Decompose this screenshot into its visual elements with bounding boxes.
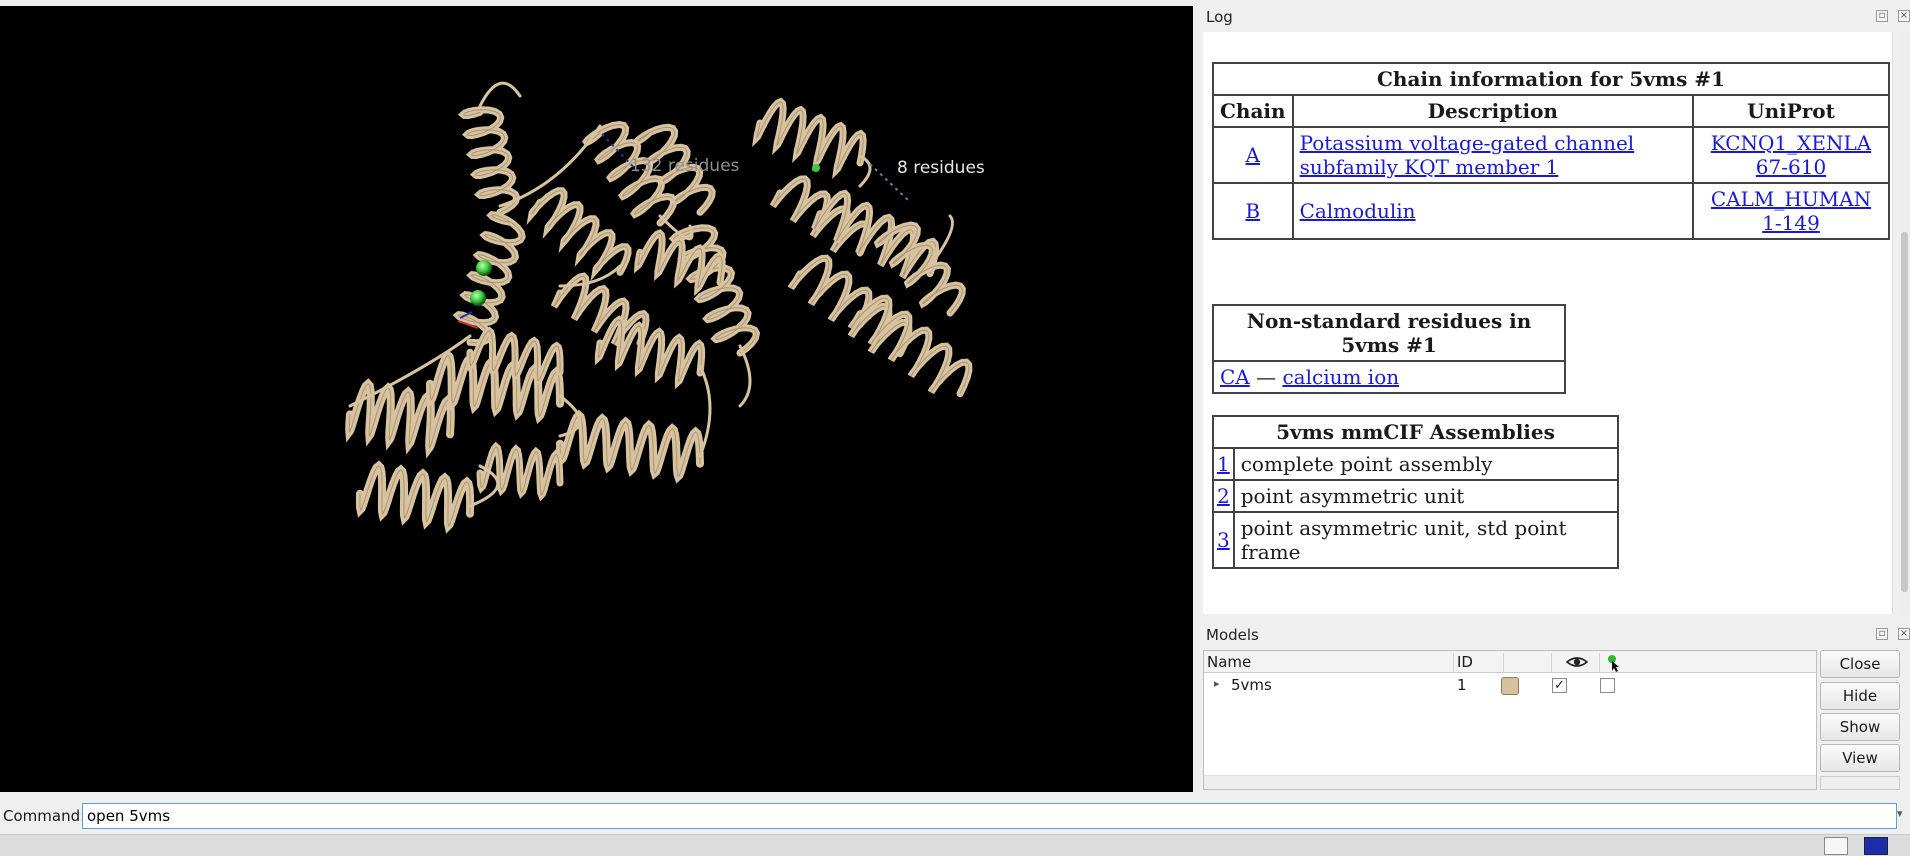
description-link[interactable]: Calmodulin [1300, 199, 1416, 223]
float-icon[interactable]: ▫ [1876, 10, 1888, 22]
log-title: Log [1206, 8, 1233, 26]
models-table: Name ID ▸ 5vms 1 ✓ [1203, 650, 1817, 790]
column-header: UniProt [1692, 94, 1890, 128]
uniprot-link[interactable]: KCNQ1_XENLA [1711, 131, 1871, 155]
model-name: 5vms [1231, 676, 1272, 694]
graphics-viewer[interactable]: 132 residues 8 residues [0, 6, 1193, 792]
assembly-link[interactable]: 1 [1217, 452, 1230, 476]
command-input[interactable] [82, 803, 1897, 829]
uniprot-link[interactable]: CALM_HUMAN [1711, 187, 1871, 211]
table-row: CA — calcium ion [1212, 360, 1566, 394]
assembly-link[interactable]: 2 [1217, 484, 1230, 508]
select-checkbox[interactable] [1600, 678, 1615, 693]
close-icon[interactable]: × [1898, 628, 1910, 640]
residue-gap-label: 132 residues [630, 156, 740, 176]
nonstd-table-caption: Non-standard residues in 5vms #1 [1212, 304, 1566, 362]
uniprot-range-link[interactable]: 67-610 [1756, 155, 1826, 179]
shown-checkbox[interactable]: ✓ [1552, 678, 1567, 693]
log-panel: Chain information for 5vms #1 Chain Desc… [1203, 32, 1893, 614]
table-row: A Potassium voltage-gated channel subfam… [1212, 126, 1890, 184]
table-row: B Calmodulin CALM_HUMAN 1-149 [1212, 182, 1890, 240]
assemblies-table-caption: 5vms mmCIF Assemblies [1212, 415, 1619, 449]
graphics-mode-icon[interactable] [1864, 837, 1888, 855]
status-bar [0, 834, 1910, 856]
model-color-swatch[interactable] [1501, 677, 1519, 695]
models-hscrollbar[interactable] [1204, 775, 1816, 789]
view-button[interactable]: View [1820, 744, 1900, 772]
table-row: 3 point asymmetric unit, std point frame [1212, 511, 1620, 569]
hide-button[interactable]: Hide [1820, 682, 1900, 710]
table-row: 2 point asymmetric unit [1212, 479, 1620, 513]
description-link[interactable]: Potassium voltage-gated channel subfamil… [1300, 131, 1635, 179]
model-id: 1 [1457, 676, 1467, 694]
uniprot-range-link[interactable]: 1-149 [1762, 211, 1820, 235]
assembly-name: point asymmetric unit [1232, 479, 1620, 513]
assembly-link[interactable]: 3 [1217, 528, 1230, 552]
table-row: 1 complete point assembly [1212, 447, 1620, 481]
nonstandard-residues-table: Non-standard residues in 5vms #1 CA — ca… [1212, 304, 1566, 394]
close-button[interactable]: Close [1820, 650, 1900, 678]
chain-link[interactable]: B [1245, 199, 1260, 223]
command-label: Command: [3, 807, 86, 825]
column-header-name[interactable]: Name [1204, 653, 1454, 673]
column-header-color[interactable] [1504, 653, 1552, 673]
assembly-name: point asymmetric unit, std point frame [1232, 511, 1620, 569]
chain-table-caption: Chain information for 5vms #1 [1212, 62, 1890, 96]
buttons-hscrollbar[interactable] [1820, 776, 1900, 790]
float-icon[interactable]: ▫ [1876, 628, 1888, 640]
expand-arrow-icon[interactable]: ▸ [1214, 677, 1220, 690]
assemblies-table: 5vms mmCIF Assemblies 1 complete point a… [1212, 415, 1620, 569]
model-row[interactable]: ▸ 5vms 1 ✓ [1204, 675, 1816, 697]
pointer-icon[interactable] [1600, 653, 1818, 673]
assembly-name: complete point assembly [1232, 447, 1620, 481]
residue-code-link[interactable]: CA [1220, 365, 1250, 389]
column-header: Description [1291, 94, 1695, 128]
log-scrollbar[interactable] [1899, 32, 1910, 614]
chain-info-table: Chain information for 5vms #1 Chain Desc… [1212, 62, 1890, 240]
chain-link[interactable]: A [1246, 143, 1260, 167]
residue-name-link[interactable]: calcium ion [1282, 365, 1399, 389]
eye-icon[interactable] [1552, 653, 1600, 673]
dash: — [1256, 365, 1277, 389]
dropdown-arrow-icon[interactable]: ▾ [1897, 807, 1903, 820]
column-header: Chain [1212, 94, 1294, 128]
column-header-id[interactable]: ID [1454, 653, 1504, 673]
models-title: Models [1206, 626, 1259, 644]
close-icon[interactable]: × [1898, 10, 1910, 22]
protein-ribbon-structure[interactable] [0, 6, 1193, 792]
select-mode-icon[interactable] [1824, 837, 1848, 855]
calcium-ion-sphere [476, 260, 492, 276]
show-button[interactable]: Show [1820, 713, 1900, 741]
residue-gap-label: 8 residues [897, 158, 985, 178]
calcium-ion-sphere [470, 290, 486, 306]
